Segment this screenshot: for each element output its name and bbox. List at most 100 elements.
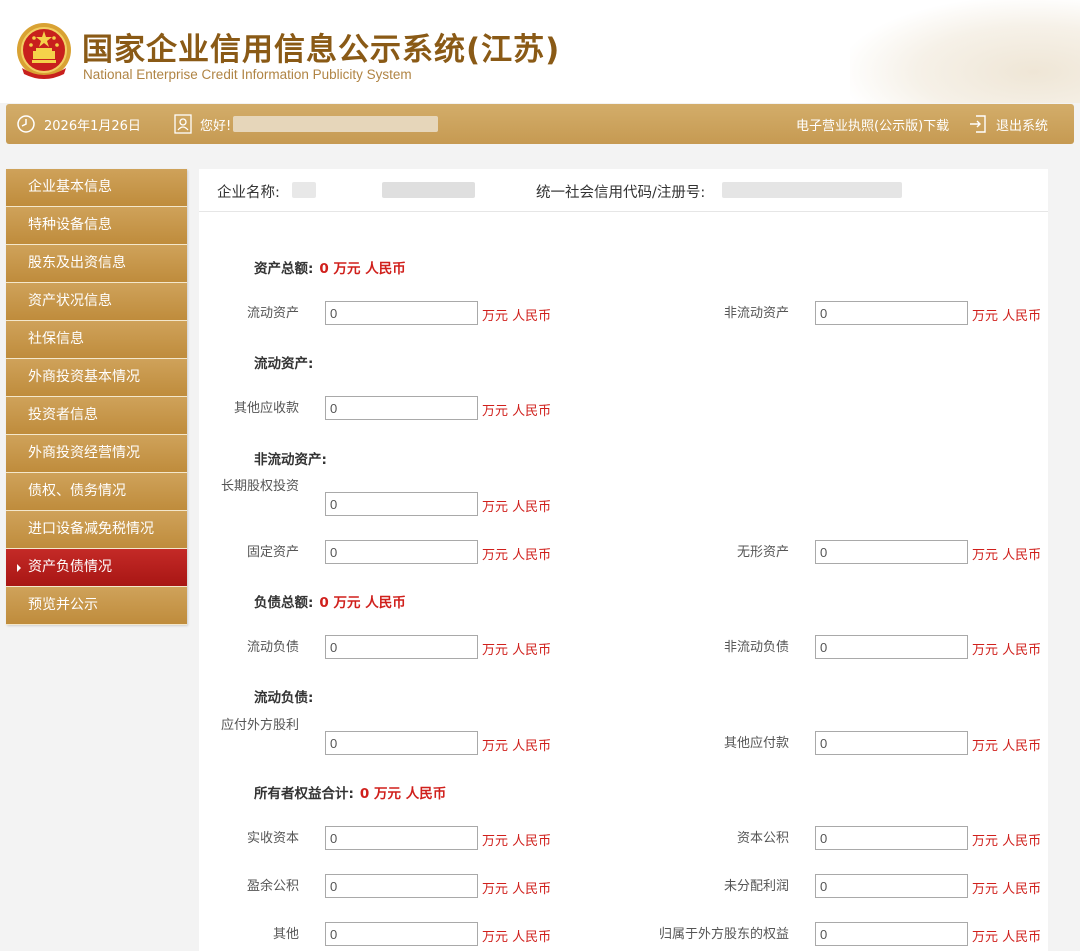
input-liudong-zichan[interactable] — [325, 301, 478, 325]
clock-icon — [16, 114, 36, 134]
sidebar-item-label: 社保信息 — [28, 331, 84, 347]
input-waifang-quanyi[interactable] — [815, 922, 968, 946]
sidebar-item[interactable]: 外商投资经营情况 — [6, 435, 187, 473]
field-label-weifenpei-lirun: 未分配利润 — [723, 879, 789, 894]
input-wuxing-zichan[interactable] — [815, 540, 968, 564]
field-label-wuxing-zichan: 无形资产 — [736, 545, 789, 560]
section-total-value: 0 万元 人民币 — [319, 261, 406, 277]
input-shishou-ziben[interactable] — [325, 826, 478, 850]
input-qita-yingfu[interactable] — [815, 731, 968, 755]
sidebar-nav: 企业基本信息特种设备信息 股东及出资信息 资产状况信息 社保信息外商投资基本情况 投资者… — [6, 169, 187, 625]
sidebar-item[interactable]: 资产负债情况 — [6, 549, 187, 587]
sidebar-item[interactable]: 预览并公示 — [6, 587, 187, 625]
section-label: 负债总额: — [254, 595, 314, 611]
unit-label: 万元 人民币 — [972, 739, 1042, 754]
field-label-qita-yingfu: 其他应付款 — [723, 736, 789, 751]
input-liudong-fuzhai[interactable] — [325, 635, 478, 659]
unit-label: 万元 人民币 — [482, 548, 552, 563]
unit-label: 万元 人民币 — [972, 548, 1042, 563]
site-subtitle: National Enterprise Credit Information P… — [83, 67, 412, 82]
site-header: 国家企业信用信息公示系统(江苏) National Enterprise Cre… — [0, 0, 1080, 103]
input-feiliudong-fuzhai[interactable] — [815, 635, 968, 659]
active-arrow-icon — [17, 564, 21, 572]
sidebar-item[interactable]: 企业基本信息 — [6, 169, 187, 207]
sidebar-item[interactable]: 股东及出资信息 — [6, 245, 187, 283]
input-feiliudong-zichan[interactable] — [815, 301, 968, 325]
input-qita-yingshou[interactable] — [325, 396, 478, 420]
license-download-link[interactable]: 电子营业执照(公示版)下载 — [796, 104, 949, 144]
unit-label: 万元 人民币 — [482, 739, 552, 754]
logout-button[interactable]: 退出系统 — [968, 104, 1048, 144]
user-icon — [174, 114, 192, 134]
field-label-feiliudong-fuzhai: 非流动负债 — [723, 640, 789, 655]
section-label: 流动负债: — [254, 690, 314, 706]
sidebar-item-label: 预览并公示 — [28, 597, 98, 613]
masked-company-name-2 — [382, 182, 475, 198]
input-yingyu-gongji[interactable] — [325, 874, 478, 898]
input-qita[interactable] — [325, 922, 478, 946]
masked-credit-code — [722, 182, 902, 198]
sidebar-item[interactable]: 外商投资基本情况 — [6, 359, 187, 397]
unit-label: 万元 人民币 — [972, 882, 1042, 897]
masked-username — [233, 116, 439, 132]
sidebar-item[interactable]: 投资者信息 — [6, 397, 187, 435]
section-label: 流动资产: — [254, 356, 314, 372]
field-label-ziben-gongji: 资本公积 — [736, 831, 789, 846]
logout-icon — [968, 114, 988, 134]
unit-label: 万元 人民币 — [482, 882, 552, 897]
input-guding-zichan[interactable] — [325, 540, 478, 564]
field-label-liudong-fuzhai: 流动负债 — [246, 640, 299, 655]
company-name-label: 企业名称: — [217, 185, 280, 201]
sidebar-item[interactable]: 进口设备减免税情况 — [6, 511, 187, 549]
section-title-current-liabilities: 流动负债: — [254, 686, 313, 706]
sidebar-item-label: 进口设备减免税情况 — [28, 521, 154, 537]
sidebar-item[interactable]: 特种设备信息 — [6, 207, 187, 245]
field-label-changqi-guquan: 长期股权投资 — [220, 479, 299, 494]
section-label: 非流动资产: — [254, 452, 327, 468]
user-greeting: 您好! — [174, 104, 439, 144]
national-emblem-icon — [17, 23, 71, 79]
header-decoration — [850, 0, 1080, 103]
input-changqi-guquan[interactable] — [325, 492, 478, 516]
section-title-current-assets: 流动资产: — [254, 352, 313, 372]
site-title: 国家企业信用信息公示系统(江苏) — [82, 32, 561, 68]
input-yingfu-guli[interactable] — [325, 731, 478, 755]
unit-label: 万元 人民币 — [482, 404, 552, 419]
sidebar-item[interactable]: 资产状况信息 — [6, 283, 187, 321]
unit-label: 万元 人民币 — [482, 500, 552, 515]
sidebar-item-label: 外商投资基本情况 — [28, 369, 140, 385]
masked-company-name — [292, 182, 316, 198]
section-label: 资产总额: — [254, 261, 314, 277]
credit-code-label: 统一社会信用代码/注册号: — [536, 185, 706, 201]
date-text: 2026年1月26日 — [44, 118, 141, 134]
sidebar-item-label: 投资者信息 — [28, 407, 98, 423]
section-total-value: 0 万元 人民币 — [359, 786, 447, 802]
sidebar-item-label: 特种设备信息 — [28, 217, 112, 233]
sidebar-item-label: 债权、债务情况 — [28, 483, 126, 499]
sidebar-item-label: 资产状况信息 — [28, 293, 112, 309]
greeting-text: 您好! — [200, 118, 232, 134]
field-label-liudong-zichan: 流动资产 — [246, 306, 299, 321]
sidebar-item-label: 资产负债情况 — [28, 559, 112, 575]
unit-label: 万元 人民币 — [972, 643, 1042, 658]
field-label-feiliudong-zichan: 非流动资产 — [723, 306, 789, 321]
field-label-guding-zichan: 固定资产 — [246, 545, 299, 560]
section-title-noncurrent-assets: 非流动资产: — [254, 448, 327, 468]
unit-label: 万元 人民币 — [482, 309, 552, 324]
sidebar-item[interactable]: 债权、债务情况 — [6, 473, 187, 511]
sidebar-item-label: 外商投资经营情况 — [28, 445, 140, 461]
section-title-total-liabilities: 负债总额: 0 万元 人民币 — [254, 591, 406, 611]
input-ziben-gongji[interactable] — [815, 826, 968, 850]
input-weifenpei-lirun[interactable] — [815, 874, 968, 898]
sidebar-item-label: 股东及出资信息 — [28, 255, 126, 271]
section-title-owners-equity: 所有者权益合计: 0 万元 人民币 — [254, 782, 446, 802]
field-label-yingyu-gongji: 盈余公积 — [246, 879, 299, 894]
section-title-total-assets: 资产总额: 0 万元 人民币 — [254, 257, 406, 277]
field-label-waifang-quanyi: 归属于外方股东的权益 — [658, 927, 789, 942]
sidebar-item[interactable]: 社保信息 — [6, 321, 187, 359]
field-label-qita: 其他 — [272, 927, 299, 942]
date-display: 2026年1月26日 — [16, 104, 141, 144]
top-bar: 2026年1月26日 您好! 电子营业执照(公示版)下载 退出系统 — [6, 104, 1074, 144]
field-label-qita-yingshou: 其他应收款 — [233, 401, 299, 416]
unit-label: 万元 人民币 — [972, 309, 1042, 324]
